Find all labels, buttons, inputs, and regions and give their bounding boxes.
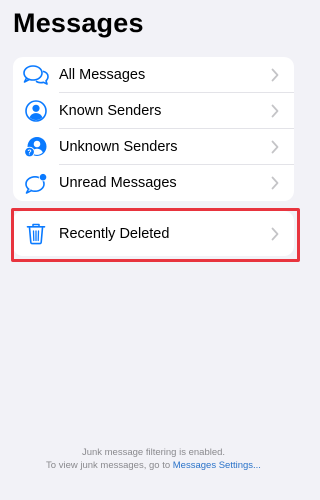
recently-deleted-label: Recently Deleted (59, 225, 170, 242)
person-circle-icon (23, 98, 49, 124)
chevron-right-icon (271, 176, 279, 190)
filter-item-label: Known Senders (59, 103, 162, 119)
unread-bubble-icon (23, 170, 49, 196)
recently-deleted-item[interactable]: Recently Deleted (13, 211, 294, 256)
filter-item-label: All Messages (59, 67, 146, 83)
chevron-right-icon (271, 68, 279, 82)
chat-bubbles-icon (23, 62, 49, 88)
filter-item-all-messages[interactable]: All Messages (13, 57, 294, 93)
footer-line-2-text: To view junk messages, go to (46, 460, 173, 471)
person-question-icon: ? (23, 134, 49, 160)
svg-text:?: ? (27, 150, 31, 157)
messages-settings-link[interactable]: Messages Settings... (173, 460, 261, 471)
filter-item-known-senders[interactable]: Known Senders (13, 93, 294, 129)
recently-deleted-group: Recently Deleted (13, 211, 294, 256)
filter-item-label: Unread Messages (59, 175, 177, 191)
page-title: Messages (13, 8, 144, 38)
filter-list: All Messages Known Senders ? Unknown Sen… (13, 57, 294, 201)
trash-icon (23, 221, 49, 247)
chevron-right-icon (271, 140, 279, 154)
chevron-right-icon (271, 104, 279, 118)
footer-line-1: Junk message filtering is enabled. (81, 447, 226, 458)
chevron-right-icon (271, 227, 279, 240)
footer-line-2: To view junk messages, go to Messages Se… (0, 459, 307, 472)
filter-item-unread-messages[interactable]: Unread Messages (13, 165, 294, 201)
junk-filter-footer: Junk message filtering is enabled. To vi… (0, 446, 307, 472)
filter-item-unknown-senders[interactable]: ? Unknown Senders (13, 129, 294, 165)
filter-item-label: Unknown Senders (59, 139, 178, 155)
